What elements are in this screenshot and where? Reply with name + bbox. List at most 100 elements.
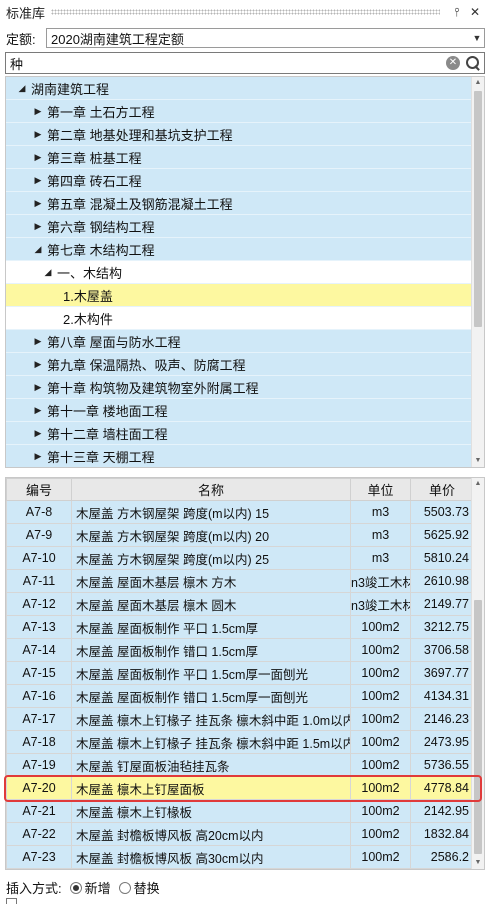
search-icon[interactable] — [464, 54, 482, 72]
table-row[interactable]: A7-12 木屋盖 屋面木基层 檩木 圆木 n3竣工木材 2149.77 — [6, 592, 474, 616]
collapsed-arrow-icon[interactable]: ▶ — [32, 359, 44, 370]
table-row[interactable]: A7-19 木屋盖 钉屋面板油毡挂瓦条 100m2 5736.55 — [6, 753, 474, 777]
table-row[interactable]: A7-8 木屋盖 方木钢屋架 跨度(m以内) 15 m3 5503.73 — [6, 500, 474, 524]
col-header-price[interactable]: 单价 — [410, 478, 474, 501]
expanded-arrow-icon[interactable]: ◢ — [16, 83, 28, 94]
radio-add[interactable] — [69, 881, 82, 894]
table-row[interactable]: A7-23 木屋盖 封檐板博风板 高30cm以内 100m2 2586.2 — [6, 845, 474, 869]
cell-unit: m3 — [350, 546, 411, 570]
scroll-thumb[interactable] — [474, 600, 482, 854]
cell-unit: 100m2 — [350, 730, 411, 754]
col-header-code[interactable]: 编号 — [6, 478, 72, 501]
cell-name: 木屋盖 方木钢屋架 跨度(m以内) 15 — [71, 500, 351, 524]
radio-replace-label[interactable]: 替换 — [134, 878, 160, 897]
cell-code: A7-14 — [6, 638, 72, 662]
collapsed-arrow-icon[interactable]: ▶ — [32, 198, 44, 209]
tree-item-label: 第十一章 楼地面工程 — [47, 403, 168, 419]
tree-item-label: 一、木结构 — [57, 265, 123, 281]
collapsed-arrow-icon[interactable]: ▶ — [32, 152, 44, 163]
tree-item[interactable]: ▶ 第十三章 天棚工程 — [6, 445, 471, 467]
tree-item[interactable]: ▶ 第十一章 楼地面工程 — [6, 399, 471, 422]
collapsed-arrow-icon[interactable]: ▶ — [32, 106, 44, 117]
tree-item[interactable]: 2.木构件 — [6, 307, 471, 330]
scroll-up-icon[interactable]: ▲ — [472, 77, 484, 89]
tree-scrollbar[interactable]: ▲ ▼ — [471, 77, 484, 467]
tree-item[interactable]: 1.木屋盖 — [6, 284, 471, 307]
table-row[interactable]: A7-22 木屋盖 封檐板博风板 高20cm以内 100m2 1832.84 — [6, 822, 474, 846]
cell-name: 木屋盖 屋面板制作 平口 1.5cm厚 — [71, 615, 351, 639]
collapsed-arrow-icon[interactable]: ▶ — [32, 451, 44, 462]
tree-item[interactable]: ▶ 第三章 桩基工程 — [6, 146, 471, 169]
collapsed-arrow-icon[interactable]: ▶ — [32, 405, 44, 416]
tree-item[interactable]: ▶ 第八章 屋面与防水工程 — [6, 330, 471, 353]
collapsed-arrow-icon[interactable]: ▶ — [32, 428, 44, 439]
table-row[interactable]: A7-18 木屋盖 檩木上钉椽子 挂瓦条 檩木斜中距 1.5m以内 100m2 247… — [6, 730, 474, 754]
cell-code: A7-11 — [6, 569, 72, 593]
tree-item[interactable]: ▶ 第四章 砖石工程 — [6, 169, 471, 192]
cell-unit: n3竣工木材 — [350, 592, 411, 616]
table-scrollbar[interactable]: ▲ ▼ — [471, 478, 484, 869]
table-row[interactable]: A7-9 木屋盖 方木钢屋架 跨度(m以内) 20 m3 5625.92 — [6, 523, 474, 547]
radio-add-label[interactable]: 新增 — [85, 878, 111, 897]
cell-name: 木屋盖 钉屋面板油毡挂瓦条 — [71, 753, 351, 777]
tree-item[interactable]: ▶ 第二章 地基处理和基坑支护工程 — [6, 123, 471, 146]
cell-code: A7-23 — [6, 845, 72, 869]
table-row[interactable]: A7-16 木屋盖 屋面板制作 错口 1.5cm厚一面刨光 100m2 4134.31 — [6, 684, 474, 708]
scroll-thumb[interactable] — [474, 91, 482, 327]
option-checkbox[interactable] — [6, 898, 17, 904]
expanded-arrow-icon[interactable]: ◢ — [32, 244, 44, 255]
search-box: ✕ — [5, 52, 485, 74]
collapsed-arrow-icon[interactable]: ▶ — [32, 336, 44, 347]
table-row[interactable]: A7-14 木屋盖 屋面板制作 错口 1.5cm厚 100m2 3706.58 — [6, 638, 474, 662]
cell-unit: 100m2 — [350, 845, 411, 869]
cell-price: 2610.98 — [410, 569, 474, 593]
cell-name: 木屋盖 檩木上钉椽子 挂瓦条 檩木斜中距 1.0m以内 — [71, 707, 351, 731]
col-header-name[interactable]: 名称 — [71, 478, 351, 501]
collapsed-arrow-icon[interactable]: ▶ — [32, 129, 44, 140]
cell-name: 木屋盖 檩木上钉屋面板 — [71, 776, 351, 800]
table-row[interactable]: A7-10 木屋盖 方木钢屋架 跨度(m以内) 25 m3 5810.24 — [6, 546, 474, 570]
cell-unit: 100m2 — [350, 661, 411, 685]
cell-name: 木屋盖 屋面板制作 错口 1.5cm厚一面刨光 — [71, 684, 351, 708]
cell-price: 4134.31 — [410, 684, 474, 708]
cell-price: 1832.84 — [410, 822, 474, 846]
tree-item[interactable]: ▶ 第九章 保温隔热、吸声、防腐工程 — [6, 353, 471, 376]
scroll-up-icon[interactable]: ▲ — [472, 478, 484, 490]
table-row[interactable]: A7-15 木屋盖 屋面板制作 平口 1.5cm厚一面刨光 100m2 3697.77 — [6, 661, 474, 685]
search-input[interactable] — [6, 54, 446, 72]
table-row[interactable]: A7-21 木屋盖 檩木上钉椽板 100m2 2142.95 — [6, 799, 474, 823]
tree-item[interactable]: ▶ 第六章 钢结构工程 — [6, 215, 471, 238]
cell-unit: 100m2 — [350, 707, 411, 731]
cell-unit: m3 — [350, 500, 411, 524]
collapsed-arrow-icon[interactable]: ▶ — [32, 175, 44, 186]
collapsed-arrow-icon[interactable]: ▶ — [32, 382, 44, 393]
cell-price: 3697.77 — [410, 661, 474, 685]
scroll-down-icon[interactable]: ▼ — [472, 857, 484, 869]
col-header-unit[interactable]: 单位 — [350, 478, 411, 501]
tree-item-label: 1.木屋盖 — [63, 288, 113, 304]
cell-name: 木屋盖 封檐板博风板 高30cm以内 — [71, 845, 351, 869]
tree-item-label: 湖南建筑工程 — [31, 81, 110, 97]
table-row[interactable]: A7-11 木屋盖 屋面木基层 檩木 方木 n3竣工木材 2610.98 — [6, 569, 474, 593]
close-icon[interactable]: ✕ — [468, 5, 482, 19]
table-row[interactable]: A7-20 木屋盖 檩木上钉屋面板 100m2 4778.84 — [6, 776, 474, 800]
tree-item[interactable]: ◢ 第七章 木结构工程 — [6, 238, 471, 261]
cell-code: A7-18 — [6, 730, 72, 754]
table-row[interactable]: A7-13 木屋盖 屋面板制作 平口 1.5cm厚 100m2 3212.75 — [6, 615, 474, 639]
table-row[interactable]: A7-17 木屋盖 檩木上钉椽子 挂瓦条 檩木斜中距 1.0m以内 100m2 214… — [6, 707, 474, 731]
scroll-down-icon[interactable]: ▼ — [472, 455, 484, 467]
pin-icon[interactable]: ⫯ — [450, 5, 464, 20]
radio-replace[interactable] — [118, 881, 131, 894]
collapsed-arrow-icon[interactable]: ▶ — [32, 221, 44, 232]
tree-item[interactable]: ◢ 湖南建筑工程 — [6, 77, 471, 100]
tree-item[interactable]: ▶ 第十章 构筑物及建筑物室外附属工程 — [6, 376, 471, 399]
clear-icon[interactable]: ✕ — [446, 56, 460, 70]
tree-item[interactable]: ▶ 第十二章 墙柱面工程 — [6, 422, 471, 445]
quota-select[interactable]: 2020湖南建筑工程定额 ▼ — [46, 28, 485, 48]
drag-grip[interactable] — [51, 9, 440, 15]
tree-item[interactable]: ▶ 第一章 土石方工程 — [6, 100, 471, 123]
cell-unit: 100m2 — [350, 776, 411, 800]
expanded-arrow-icon[interactable]: ◢ — [42, 267, 54, 278]
tree-item[interactable]: ▶ 第五章 混凝土及钢筋混凝土工程 — [6, 192, 471, 215]
tree-item[interactable]: ◢ 一、木结构 — [6, 261, 471, 284]
